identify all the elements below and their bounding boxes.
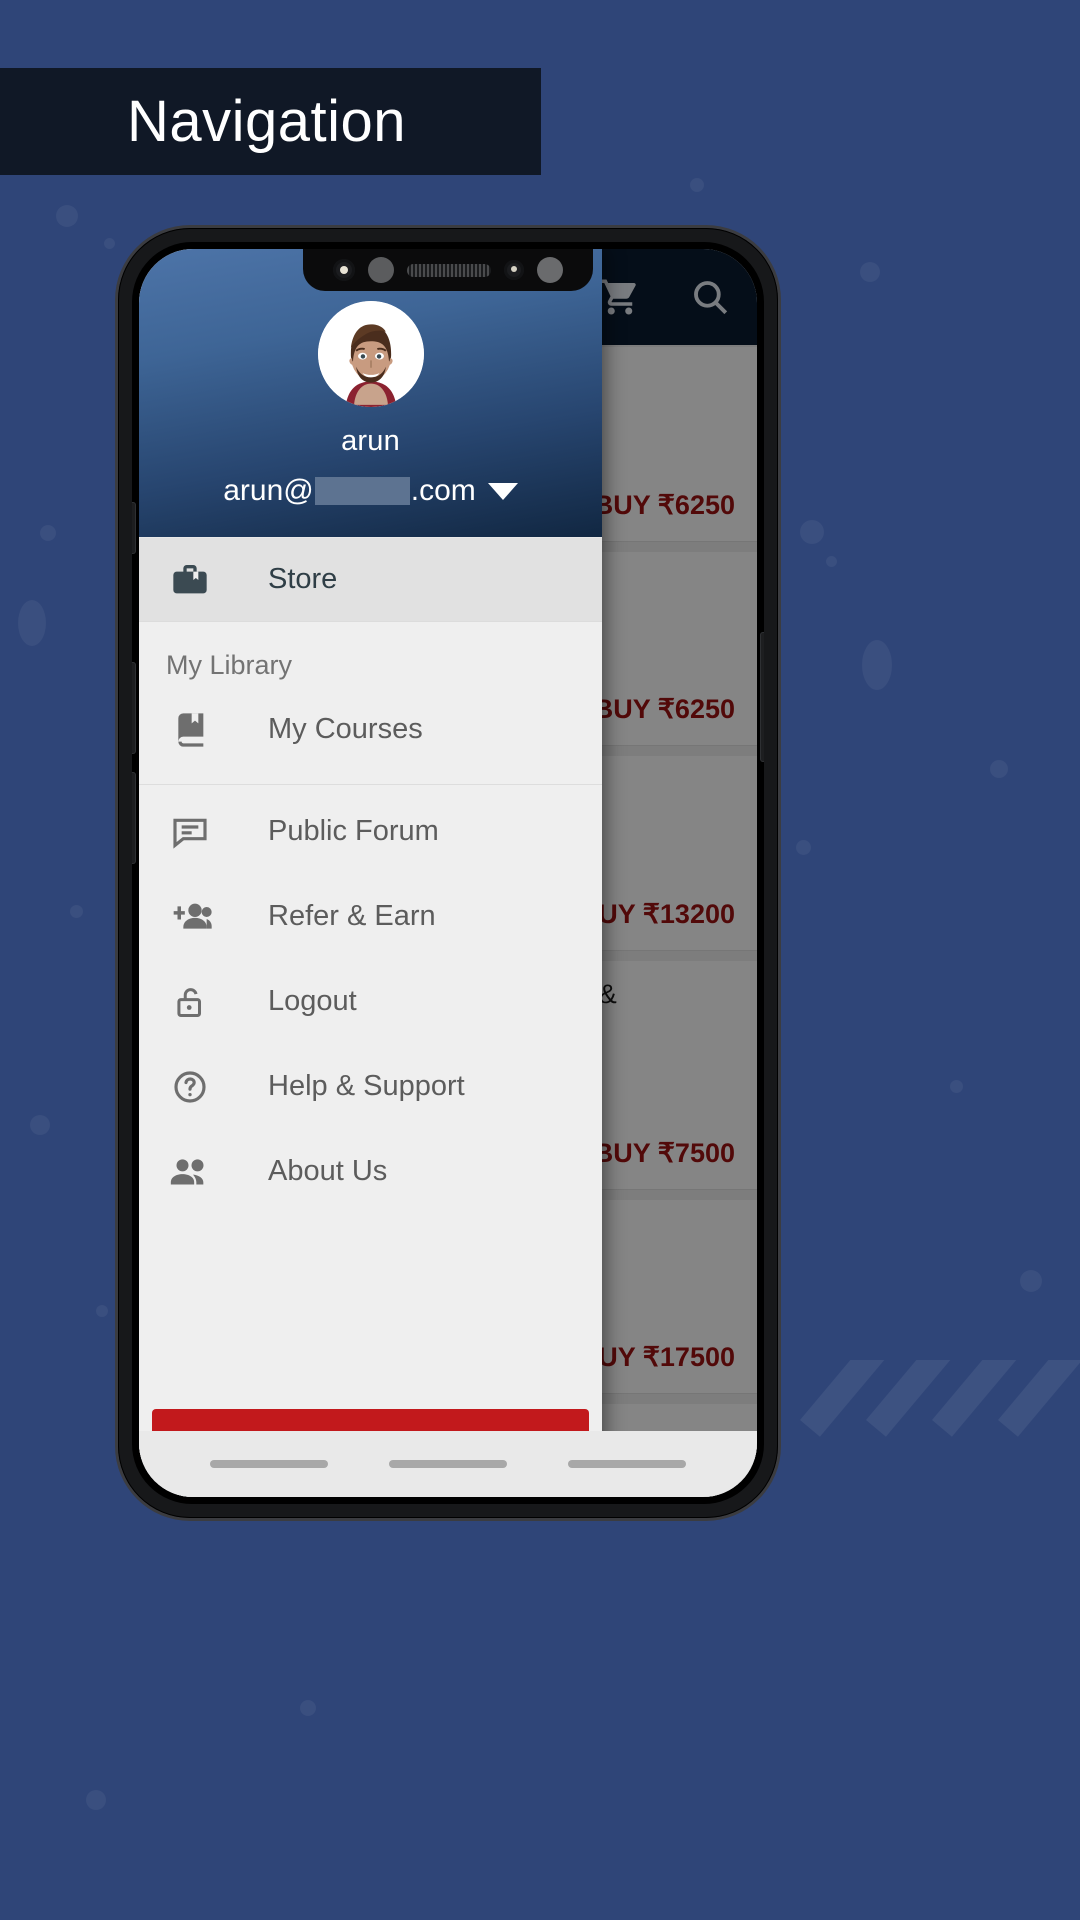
sidebar-item-store[interactable]: Store <box>139 537 602 622</box>
profile-email-row[interactable]: arun@ .com <box>223 474 518 508</box>
phone-side-button-volume-down <box>132 772 136 864</box>
nav-back-pill[interactable] <box>209 1460 328 1468</box>
sidebar-item-label: Logout <box>268 985 357 1017</box>
chevron-down-icon[interactable] <box>487 482 518 500</box>
chat-bubble-icon <box>166 808 214 856</box>
profile-name: arun <box>341 425 400 457</box>
email-redaction <box>314 477 410 505</box>
system-navigation-bar <box>139 1431 757 1497</box>
nav-recents-pill[interactable] <box>568 1460 687 1468</box>
phone-screen: Paper 2 : Corporate Laws CA Ravi Agarwal… <box>139 249 757 1497</box>
background-stripes <box>780 1360 1080 1920</box>
briefcase-icon <box>166 556 214 604</box>
sidebar-item-help-and-support[interactable]: Help & Support <box>139 1044 602 1129</box>
earpiece-speaker-icon <box>407 263 491 277</box>
phone-side-button-volume-up <box>132 662 136 754</box>
phone-notch <box>303 249 593 291</box>
navigation-drawer: arun arun@ .com Store My Library My Cour… <box>139 249 602 1497</box>
phone-mockup: Paper 2 : Corporate Laws CA Ravi Agarwal… <box>118 228 778 1518</box>
sidebar-item-label: About Us <box>268 1155 388 1187</box>
ambient-light-sensor-icon <box>537 257 563 283</box>
avatar[interactable] <box>317 301 424 407</box>
sidebar-item-label: Refer & Earn <box>268 900 436 932</box>
sidebar-item-label: My Courses <box>268 713 423 745</box>
drawer-menu: Store My Library My Courses Public Forum… <box>139 537 602 1409</box>
sidebar-item-label: Store <box>268 563 338 595</box>
nav-home-pill[interactable] <box>388 1460 507 1468</box>
proximity-sensor-icon <box>368 257 394 283</box>
drawer-header: arun arun@ .com <box>139 249 602 537</box>
sidebar-item-refer-and-earn[interactable]: Refer & Earn <box>139 874 602 959</box>
lock-open-icon <box>166 978 214 1026</box>
sidebar-section-my-library: My Library <box>166 650 293 680</box>
phone-side-button-power <box>760 632 764 762</box>
sidebar-item-my-courses[interactable]: My Courses <box>139 687 602 772</box>
sidebar-item-label: Public Forum <box>268 815 439 847</box>
profile-email: arun@ .com <box>223 474 476 508</box>
page-title: Navigation <box>127 88 407 154</box>
title-banner: Navigation <box>0 68 541 175</box>
sidebar-item-label: Help & Support <box>268 1070 465 1102</box>
sidebar-item-public-forum[interactable]: Public Forum <box>139 789 602 874</box>
phone-side-button-mute <box>132 502 136 554</box>
people-group-icon <box>166 1148 214 1196</box>
bookmark-book-icon <box>166 706 214 754</box>
menu-divider <box>139 784 602 785</box>
front-camera-icon <box>504 260 524 280</box>
infrared-camera-icon <box>333 259 355 281</box>
phone-bezel: Paper 2 : Corporate Laws CA Ravi Agarwal… <box>132 242 764 1504</box>
question-circle-icon <box>166 1063 214 1111</box>
sidebar-item-about-us[interactable]: About Us <box>139 1129 602 1214</box>
sidebar-item-logout[interactable]: Logout <box>139 959 602 1044</box>
person-add-icon <box>166 893 214 941</box>
email-prefix: arun@ <box>223 474 314 507</box>
email-suffix: .com <box>410 474 476 507</box>
